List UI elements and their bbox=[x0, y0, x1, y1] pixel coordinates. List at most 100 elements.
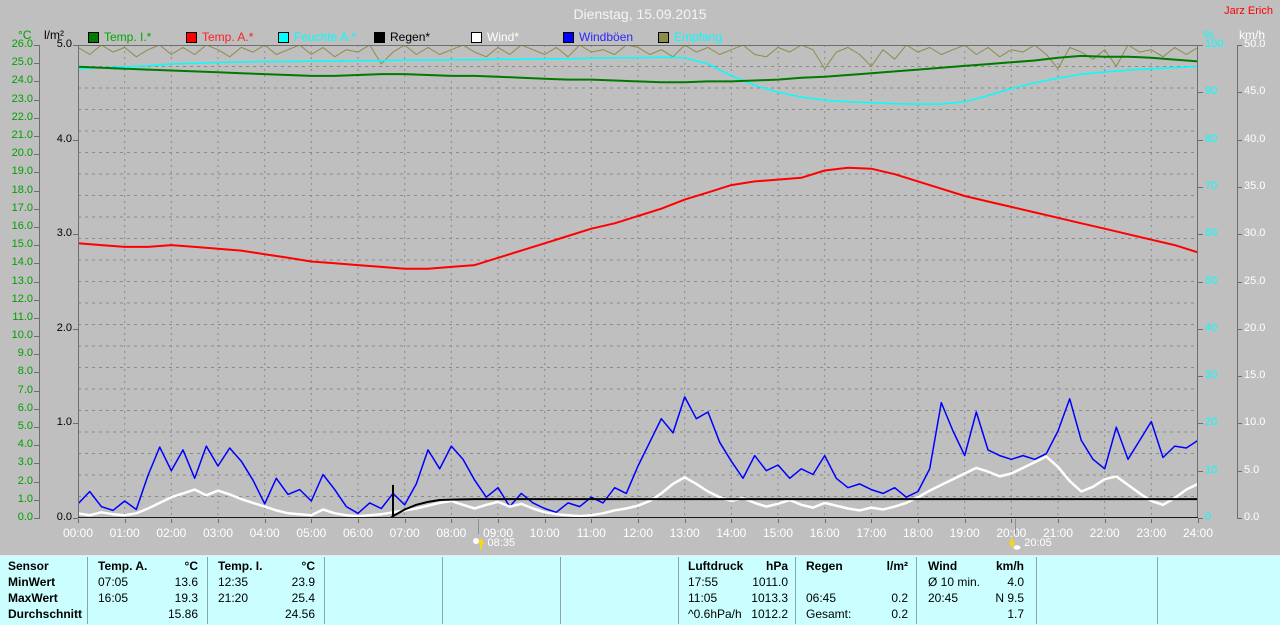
legend-label-windboeen: Windböen bbox=[579, 30, 633, 44]
axis-tick-degc bbox=[34, 191, 39, 192]
row-label-durchschnitt: Durchschnitt bbox=[8, 606, 82, 622]
legend-label-temp-i: Temp. I.* bbox=[104, 30, 151, 44]
x-axis-tick bbox=[965, 519, 966, 523]
axis-label-pct: 80 bbox=[1205, 134, 1233, 145]
axis-label-degc: 8.0 bbox=[0, 366, 33, 377]
sunset-marker: 20:05 bbox=[1008, 537, 1052, 550]
axis-tick-kmh bbox=[1237, 423, 1242, 424]
axis-tick-pct bbox=[1198, 376, 1203, 377]
avg-value: 24.56 bbox=[285, 606, 315, 622]
x-axis-label: 12:00 bbox=[623, 526, 653, 540]
x-axis-tick bbox=[918, 519, 919, 523]
axis-label-lm2: 5.0 bbox=[40, 39, 72, 50]
axis-tick-pct bbox=[1198, 471, 1203, 472]
x-axis-label: 11:00 bbox=[577, 526, 606, 540]
axis-tick-kmh bbox=[1237, 234, 1242, 235]
legend-swatch-windboeen bbox=[563, 32, 574, 43]
row-label-maxwert: MaxWert bbox=[8, 590, 82, 606]
axis-tick-degc bbox=[34, 318, 39, 319]
axis-label-lm2: 3.0 bbox=[40, 228, 72, 239]
stats-column-luftdruck: LuftdruckhPa 17:551011.0 11:051013.3 ^0.… bbox=[688, 558, 788, 622]
axis-tick-kmh bbox=[1237, 140, 1242, 141]
axis-tick-degc bbox=[34, 300, 39, 301]
x-axis-tick bbox=[451, 519, 452, 523]
axis-label-lm2: 1.0 bbox=[40, 417, 72, 428]
axis-label-kmh: 5.0 bbox=[1244, 465, 1276, 476]
x-axis-label: 07:00 bbox=[390, 526, 420, 540]
axis-label-kmh: 30.0 bbox=[1244, 228, 1276, 239]
axis-label-degc: 17.0 bbox=[0, 203, 33, 214]
axis-label-degc: 25.0 bbox=[0, 57, 33, 68]
col-name: Regen bbox=[806, 558, 843, 574]
axis-label-kmh: 25.0 bbox=[1244, 276, 1276, 287]
x-axis-label: 08:00 bbox=[436, 526, 466, 540]
axis-tick-kmh bbox=[1237, 376, 1242, 377]
axis-tick-degc bbox=[34, 81, 39, 82]
axis-tick-degc bbox=[34, 263, 39, 264]
axis-label-pct: 100 bbox=[1205, 39, 1233, 50]
x-axis-label: 06:00 bbox=[343, 526, 373, 540]
x-axis-label: 18:00 bbox=[903, 526, 933, 540]
stats-column-temp-a: Temp. A.°C 07:0513.6 16:0519.3 15.86 bbox=[98, 558, 198, 622]
axis-tick-degc bbox=[34, 118, 39, 119]
axis-tick-degc bbox=[34, 372, 39, 373]
axis-tick-degc bbox=[34, 445, 39, 446]
col-name: Temp. A. bbox=[98, 558, 147, 574]
axis-label-degc: 14.0 bbox=[0, 257, 33, 268]
min-time: 12:35 bbox=[218, 574, 248, 590]
x-axis-tick bbox=[871, 519, 872, 523]
axis-label-kmh: 45.0 bbox=[1244, 86, 1276, 97]
series-empfang-line bbox=[78, 45, 1198, 69]
axis-label-pct: 70 bbox=[1205, 181, 1233, 192]
axis-label-kmh: 20.0 bbox=[1244, 323, 1276, 334]
sunset-time-label: 20:05 bbox=[1024, 537, 1052, 550]
x-axis-tick bbox=[731, 519, 732, 523]
legend-swatch-feuchte bbox=[278, 32, 289, 43]
axis-label-degc: 23.0 bbox=[0, 94, 33, 105]
axis-tick-degc bbox=[34, 500, 39, 501]
axis-label-degc: 19.0 bbox=[0, 166, 33, 177]
legend-swatch-regen bbox=[374, 32, 385, 43]
x-axis-tick bbox=[1058, 519, 1059, 523]
axis-label-degc: 11.0 bbox=[0, 312, 33, 323]
stats-column-temp-i: Temp. I.°C 12:3523.9 21:2025.4 24.56 bbox=[218, 558, 315, 622]
axis-tick-degc bbox=[34, 227, 39, 228]
max-value: 19.3 bbox=[175, 590, 198, 606]
user-name-label: Jarz Erich bbox=[1224, 5, 1273, 17]
legend-label-feuchte: Feuchte A.* bbox=[294, 30, 356, 44]
axis-tick-kmh bbox=[1237, 329, 1242, 330]
axis-tick-degc bbox=[34, 391, 39, 392]
axis-label-degc: 10.0 bbox=[0, 330, 33, 341]
plot-area[interactable] bbox=[78, 45, 1198, 518]
legend-item-empfang: Empfang bbox=[658, 31, 722, 43]
row-label-sensor: Sensor bbox=[8, 558, 82, 574]
axis-tick-kmh bbox=[1237, 92, 1242, 93]
axis-tick-lm2 bbox=[73, 234, 78, 235]
axis-tick-pct bbox=[1198, 282, 1203, 283]
legend-item-temp-a: Temp. A.* bbox=[186, 31, 253, 43]
legend-swatch-wind bbox=[471, 32, 482, 43]
axis-label-kmh: 10.0 bbox=[1244, 417, 1276, 428]
axis-tick-lm2 bbox=[73, 423, 78, 424]
axis-label-degc: 5.0 bbox=[0, 421, 33, 432]
col-unit: °C bbox=[302, 558, 315, 574]
min-value: 1011.0 bbox=[752, 574, 788, 590]
avg-value: 1012.2 bbox=[751, 606, 788, 622]
page-title: Dienstag, 15.09.2015 bbox=[573, 6, 706, 22]
x-axis-tick bbox=[1105, 519, 1106, 523]
min-value: 13.6 bbox=[175, 574, 198, 590]
avg-10min-value: 4.0 bbox=[1007, 574, 1024, 590]
legend-label-regen: Regen* bbox=[390, 30, 430, 44]
axis-tick-kmh bbox=[1237, 282, 1242, 283]
x-axis-label: 05:00 bbox=[296, 526, 326, 540]
sunrise-marker-line bbox=[478, 519, 479, 534]
legend-item-temp-i: Temp. I.* bbox=[88, 31, 151, 43]
axis-tick-degc bbox=[34, 482, 39, 483]
axis-label-pct: 30 bbox=[1205, 370, 1233, 381]
sunset-icon bbox=[1008, 537, 1021, 550]
col-unit: l/m² bbox=[887, 558, 908, 574]
x-axis-label: 03:00 bbox=[203, 526, 233, 540]
x-axis-tick bbox=[1198, 519, 1199, 523]
legend-swatch-temp-a bbox=[186, 32, 197, 43]
x-axis-label: 00:00 bbox=[63, 526, 93, 540]
